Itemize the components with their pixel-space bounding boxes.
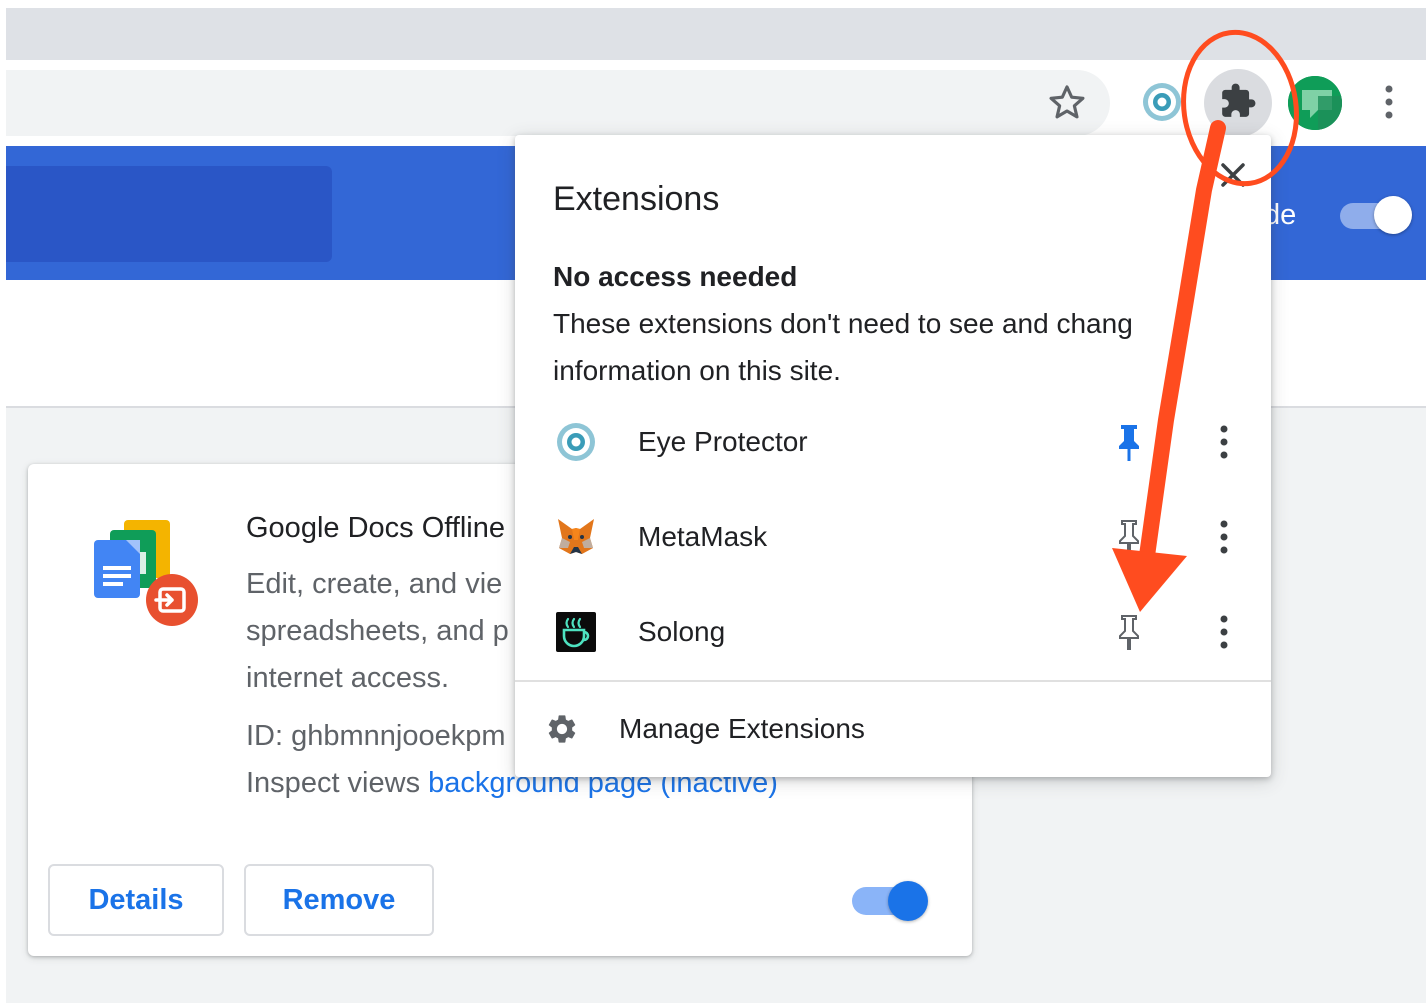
address-bar[interactable] (6, 70, 1110, 136)
extension-card-title: Google Docs Offline (246, 512, 505, 544)
pin-icon[interactable] (1113, 611, 1145, 653)
more-vertical-icon[interactable] (1209, 516, 1239, 558)
more-vertical-icon[interactable] (1209, 421, 1239, 463)
avatar[interactable] (1288, 76, 1342, 130)
metamask-fox-icon (555, 516, 597, 558)
extension-card-description: spreadsheets, and p (246, 615, 509, 647)
puzzle-icon (1219, 82, 1257, 125)
section-heading: No access needed (553, 261, 798, 292)
extension-row-eye-protector[interactable]: Eye Protector (515, 395, 1271, 489)
toggle-knob (888, 881, 928, 921)
extension-card-description: internet access. (246, 662, 450, 694)
popup-title: Extensions (553, 180, 720, 218)
extensions-popup: Extensions No access needed These extens… (515, 135, 1271, 777)
tab-strip (6, 8, 1426, 60)
extension-enabled-toggle[interactable] (850, 880, 930, 922)
section-description: information on this site. (553, 355, 841, 386)
extension-row-metamask[interactable]: MetaMask (515, 490, 1271, 584)
extension-name: Solong (638, 616, 726, 647)
extension-row-solong[interactable]: Solong (515, 585, 1271, 679)
section-description: These extensions don't need to see and c… (553, 308, 1133, 339)
inspect-views-label: Inspect views (246, 767, 429, 799)
search-input[interactable] (6, 166, 332, 262)
gear-icon (545, 712, 579, 746)
toggle-knob (1374, 196, 1412, 234)
extension-card-description: Edit, create, and vie (246, 568, 503, 600)
manage-extensions-label: Manage Extensions (619, 713, 865, 744)
extension-id: ID: ghbmnnjooekpm (246, 720, 506, 752)
eye-protector-icon[interactable] (1141, 81, 1183, 123)
manage-extensions-button[interactable]: Manage Extensions (515, 682, 1271, 777)
solong-icon (555, 611, 597, 653)
details-button[interactable]: Details (48, 864, 224, 936)
remove-button[interactable]: Remove (244, 864, 434, 936)
extension-name: MetaMask (638, 521, 768, 552)
close-icon[interactable] (1213, 155, 1253, 195)
pin-icon[interactable] (1113, 516, 1145, 558)
extension-name: Eye Protector (638, 426, 808, 457)
developer-mode-toggle[interactable] (1338, 196, 1416, 234)
more-vertical-icon[interactable] (1209, 611, 1239, 653)
star-icon[interactable] (1046, 82, 1088, 124)
google-docs-offline-icon (90, 518, 202, 630)
pin-icon[interactable] (1113, 421, 1145, 463)
extensions-puzzle-button[interactable] (1204, 69, 1272, 137)
more-vertical-icon[interactable] (1374, 82, 1404, 122)
eye-protector-icon (555, 421, 597, 463)
